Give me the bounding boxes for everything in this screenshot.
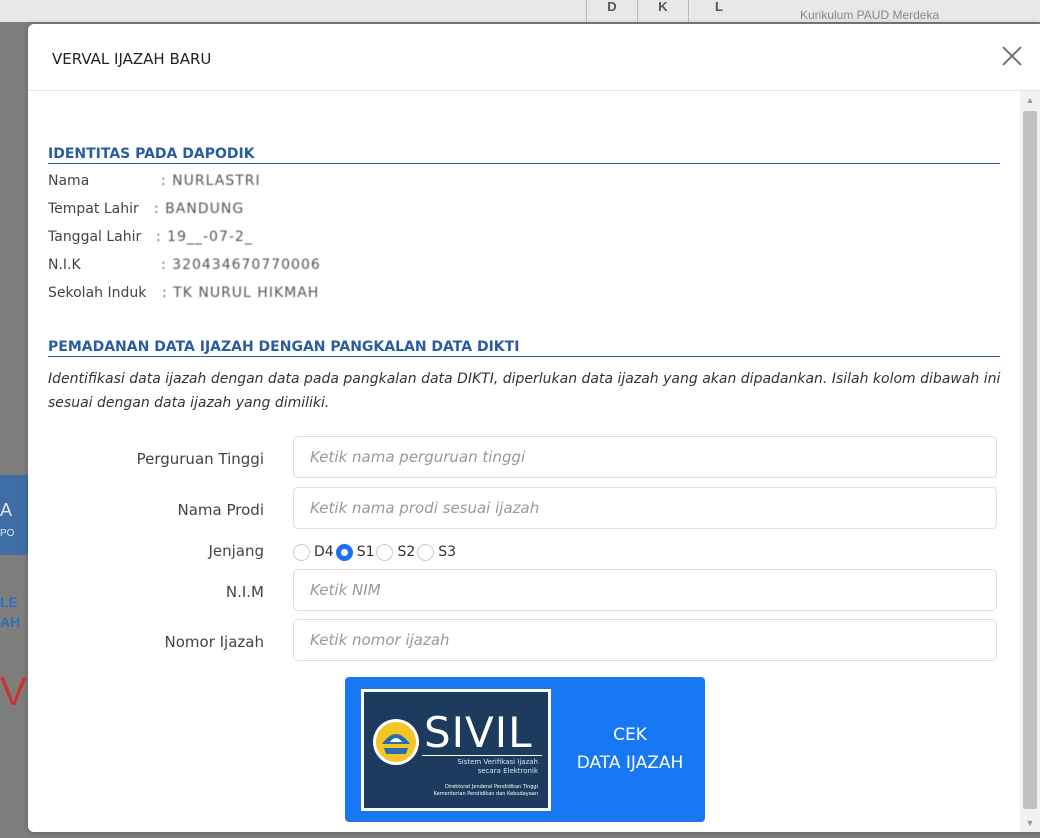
sivil-subtitle-line2: secara Elektronik [477,767,538,775]
background-header-strip: D K L Kurikulum PAUD Merdeka [0,0,1040,22]
close-icon [1002,46,1022,66]
background-fragment-v: V [0,670,27,714]
sivil-wordmark: SIVIL [424,708,533,757]
cek-button-label: CEK DATA IJAZAH [555,721,705,777]
identity-label: N.I.K [48,257,81,273]
nomor-ijazah-input[interactable] [293,619,997,661]
sivil-footer: Direktorat Jenderal Pendidikan Tinggi Ke… [434,784,538,798]
radio-label: S2 [397,544,416,560]
verval-ijazah-modal: VERVAL IJAZAH BARU IDENTITAS PADA DAPODI… [28,24,1040,832]
cek-data-ijazah-button[interactable]: SIVIL Sistem Verifikasi Ijazah secara El… [345,677,705,822]
identity-label: Nama [48,173,90,189]
background-fragment-po: PO [0,528,15,539]
identity-row-tanggal-lahir: Tanggal Lahir : 19__-07-2_ [48,229,252,245]
identity-value: : NURLASTRI [161,173,261,189]
jenjang-option-s3[interactable]: S3 [417,543,458,561]
radio-unchecked-icon [417,543,435,561]
background-fragment-ah: AH [0,614,21,630]
identity-value: : 19__-07-2_ [156,229,253,245]
identity-row-nama: Nama : NURLASTRI [48,173,260,189]
tut-wuri-handayani-emblem-icon [373,719,419,765]
background-cell-d: D [586,0,637,22]
jenjang-label: Jenjang [208,542,264,560]
background-cell-k: K [637,0,688,22]
identity-row-tempat-lahir: Tempat Lahir : BANDUNG [48,201,243,217]
sivil-logo: SIVIL Sistem Verifikasi Ijazah secara El… [361,689,551,811]
pemadanan-description: Identifikasi data ijazah dengan data pad… [48,371,1001,411]
nama-prodi-input[interactable] [293,487,997,529]
sivil-subtitle: Sistem Verifikasi Ijazah secara Elektron… [457,758,538,776]
radio-label: S3 [438,544,457,560]
nama-prodi-label: Nama Prodi [177,501,264,519]
radio-unchecked-icon [293,543,310,561]
identity-row-nik: N.I.K : 320434670770006 [48,257,320,273]
cek-button-line1: CEK [613,725,647,745]
jenjang-option-d4[interactable]: D4 [293,543,336,561]
perguruan-tinggi-input[interactable] [293,436,997,478]
pemadanan-section-title: PEMADANAN DATA IJAZAH DENGAN PANGKALAN D… [48,339,1000,357]
scroll-down-arrow-icon[interactable]: ▼ [1020,814,1040,832]
background-fragment-a: A [0,500,13,520]
modal-body: IDENTITAS PADA DAPODIK Nama : NURLASTRI … [28,91,1020,832]
modal-scrollbar[interactable]: ▲ ▼ [1020,91,1040,832]
close-button[interactable] [998,42,1026,70]
scrollbar-thumb[interactable] [1023,111,1037,809]
sivil-divider [422,755,542,756]
identity-label: Sekolah Induk [48,285,147,301]
radio-checked-icon [335,543,353,561]
background-fragment-le: LE [0,594,18,610]
perguruan-tinggi-label: Perguruan Tinggi [136,450,264,468]
nomor-ijazah-label: Nomor Ijazah [164,633,264,651]
identitas-section-title: IDENTITAS PADA DAPODIK [48,146,1000,164]
identity-value: : BANDUNG [154,201,245,217]
sivil-footer-line1: Direktorat Jenderal Pendidikan Tinggi [445,784,538,790]
jenjang-option-s1[interactable]: S1 [335,543,377,561]
identity-label: Tanggal Lahir [48,229,142,245]
background-cell-l: L [688,0,749,22]
radio-label: D4 [314,544,334,560]
modal-header: VERVAL IJAZAH BARU [28,24,1040,91]
scroll-up-arrow-icon[interactable]: ▲ [1020,91,1040,109]
identity-value: : TK NURUL HIKMAH [162,285,320,301]
nim-label: N.I.M [225,583,264,601]
radio-unchecked-icon [376,543,394,561]
background-curriculum-text: Kurikulum PAUD Merdeka [800,8,940,22]
modal-title: VERVAL IJAZAH BARU [52,50,212,68]
sivil-subtitle-line1: Sistem Verifikasi Ijazah [457,758,538,766]
jenjang-radio-group: D4 S1 S2 S3 [293,540,458,564]
radio-label: S1 [356,544,375,560]
nim-input[interactable] [293,569,997,611]
sivil-footer-line2: Kementerian Pendidikan dan Kebudayaan [433,791,538,797]
cek-button-line2: DATA IJAZAH [576,753,684,773]
identity-label: Tempat Lahir [48,201,139,217]
identity-value: : 320434670770006 [161,257,321,273]
identity-row-sekolah-induk: Sekolah Induk : TK NURUL HIKMAH [48,285,318,301]
jenjang-option-s2[interactable]: S2 [376,543,417,561]
